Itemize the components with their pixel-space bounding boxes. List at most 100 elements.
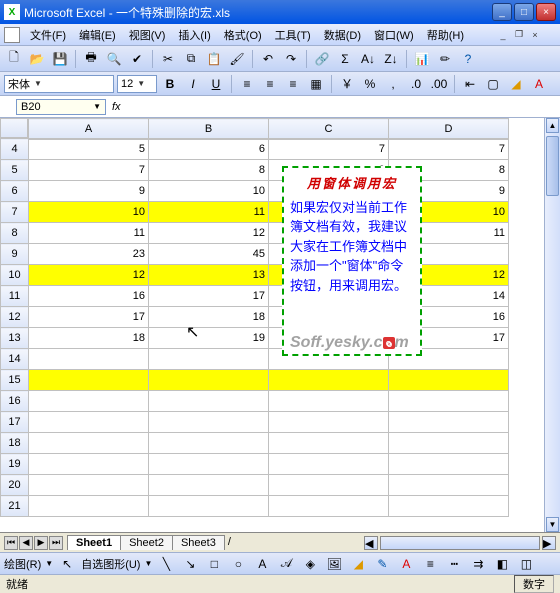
shadow-icon[interactable]: ◧ [492, 554, 512, 574]
hscroll-left-icon[interactable]: ◀ [364, 536, 378, 550]
cut-icon[interactable]: ✂ [158, 49, 178, 69]
cell-A6[interactable]: 9 [29, 181, 149, 202]
cell-D15[interactable] [389, 370, 509, 391]
arrow-icon[interactable]: ↘ [180, 554, 200, 574]
workbook-icon[interactable] [4, 27, 20, 43]
cell-B17[interactable] [149, 412, 269, 433]
merge-icon[interactable]: ▦ [306, 74, 326, 94]
dec-decimal-icon[interactable]: .00 [429, 74, 449, 94]
cell-B15[interactable] [149, 370, 269, 391]
row-header-21[interactable]: 21 [1, 496, 29, 517]
close-button[interactable]: × [536, 3, 556, 21]
font-combo[interactable]: 宋体▼ [4, 75, 114, 93]
sheet-tab-Sheet3[interactable]: Sheet3 [172, 535, 225, 550]
sort-desc-icon[interactable]: Z↓ [381, 49, 401, 69]
column-headers[interactable]: ABCD [28, 118, 509, 140]
draw-menu[interactable]: 绘图(R) [4, 556, 41, 572]
cell-C4[interactable]: 7 [269, 139, 389, 160]
font-color-icon[interactable]: A [529, 74, 549, 94]
row-header-13[interactable]: 13 [1, 328, 29, 349]
inner-close-button[interactable]: × [528, 29, 542, 41]
cell-D18[interactable] [389, 433, 509, 454]
bold-icon[interactable]: B [160, 74, 180, 94]
chart-icon[interactable]: 📊 [412, 49, 432, 69]
print-icon[interactable]: 🖶 [81, 49, 101, 69]
row-header-14[interactable]: 14 [1, 349, 29, 370]
menu-insert[interactable]: 插入(I) [172, 25, 216, 45]
font-color2-icon[interactable]: A [396, 554, 416, 574]
hyperlink-icon[interactable]: 🔗 [312, 49, 332, 69]
cell-A15[interactable] [29, 370, 149, 391]
preview-icon[interactable]: 🔍 [104, 49, 124, 69]
autoshapes-menu[interactable]: 自选图形(U) [81, 556, 140, 572]
row-header-18[interactable]: 18 [1, 433, 29, 454]
cell-A12[interactable]: 17 [29, 307, 149, 328]
row-header-5[interactable]: 5 [1, 160, 29, 181]
cell-A18[interactable] [29, 433, 149, 454]
name-box[interactable]: B20▼ [16, 99, 106, 115]
maximize-button[interactable]: □ [514, 3, 534, 21]
clipart-icon[interactable]: 🖼 [324, 554, 344, 574]
cell-B5[interactable]: 8 [149, 160, 269, 181]
callout-box[interactable]: 用窗体调用宏 如果宏仅对当前工作簿文档有效，我建议大家在工作簿文档中添加一个"窗… [282, 166, 422, 356]
italic-icon[interactable]: I [183, 74, 203, 94]
open-icon[interactable]: 📂 [27, 49, 47, 69]
spell-icon[interactable]: ✔ [127, 49, 147, 69]
tab-next-icon[interactable]: ▶ [34, 536, 48, 550]
cell-B20[interactable] [149, 475, 269, 496]
drawing-icon[interactable]: ✏ [435, 49, 455, 69]
menu-format[interactable]: 格式(O) [218, 25, 268, 45]
cell-A4[interactable]: 5 [29, 139, 149, 160]
col-header-B[interactable]: B [149, 119, 269, 140]
cell-A7[interactable]: 10 [29, 202, 149, 223]
row-header-7[interactable]: 7 [1, 202, 29, 223]
fill-icon[interactable]: ◢ [348, 554, 368, 574]
autosum-icon[interactable]: Σ [335, 49, 355, 69]
cell-C20[interactable] [269, 475, 389, 496]
cell-B18[interactable] [149, 433, 269, 454]
cell-C16[interactable] [269, 391, 389, 412]
line-style-icon[interactable]: ≡ [420, 554, 440, 574]
select-objects-icon[interactable]: ↖ [57, 554, 77, 574]
size-combo[interactable]: 12▼ [117, 75, 157, 93]
line-icon[interactable]: ╲ [156, 554, 176, 574]
arrow-style-icon[interactable]: ⇉ [468, 554, 488, 574]
menu-window[interactable]: 窗口(W) [368, 25, 420, 45]
col-header-C[interactable]: C [269, 119, 389, 140]
cell-D21[interactable] [389, 496, 509, 517]
row-header-8[interactable]: 8 [1, 223, 29, 244]
menu-view[interactable]: 视图(V) [123, 25, 172, 45]
cell-D19[interactable] [389, 454, 509, 475]
horizontal-scrollbar[interactable]: ◀ ▶ [235, 536, 560, 550]
menu-edit[interactable]: 编辑(E) [73, 25, 122, 45]
tab-last-icon[interactable]: ⏭ [49, 536, 63, 550]
redo-icon[interactable]: ↷ [281, 49, 301, 69]
new-icon[interactable]: 🗋 [4, 49, 24, 69]
line-color-icon[interactable]: ✎ [372, 554, 392, 574]
cell-B16[interactable] [149, 391, 269, 412]
inner-minimize-button[interactable]: _ [496, 29, 510, 41]
vertical-scrollbar[interactable]: ▲ ▼ [544, 118, 560, 532]
cell-B6[interactable]: 10 [149, 181, 269, 202]
cell-C15[interactable] [269, 370, 389, 391]
sort-asc-icon[interactable]: A↓ [358, 49, 378, 69]
select-all-corner[interactable] [0, 118, 28, 138]
help-icon[interactable]: ? [458, 49, 478, 69]
cell-A10[interactable]: 12 [29, 265, 149, 286]
sheet-tab-Sheet1[interactable]: Sheet1 [67, 535, 121, 550]
cell-B19[interactable] [149, 454, 269, 475]
row-header-19[interactable]: 19 [1, 454, 29, 475]
cell-C17[interactable] [269, 412, 389, 433]
scroll-up-icon[interactable]: ▲ [546, 118, 559, 133]
row-header-12[interactable]: 12 [1, 307, 29, 328]
col-header-A[interactable]: A [29, 119, 149, 140]
cell-B7[interactable]: 11 [149, 202, 269, 223]
rectangle-icon[interactable]: □ [204, 554, 224, 574]
cell-C18[interactable] [269, 433, 389, 454]
dash-style-icon[interactable]: ┅ [444, 554, 464, 574]
cell-A16[interactable] [29, 391, 149, 412]
inner-restore-button[interactable]: ❐ [512, 29, 526, 41]
hscroll-track[interactable] [380, 536, 540, 550]
diagram-icon[interactable]: ◈ [300, 554, 320, 574]
menu-tools[interactable]: 工具(T) [269, 25, 317, 45]
